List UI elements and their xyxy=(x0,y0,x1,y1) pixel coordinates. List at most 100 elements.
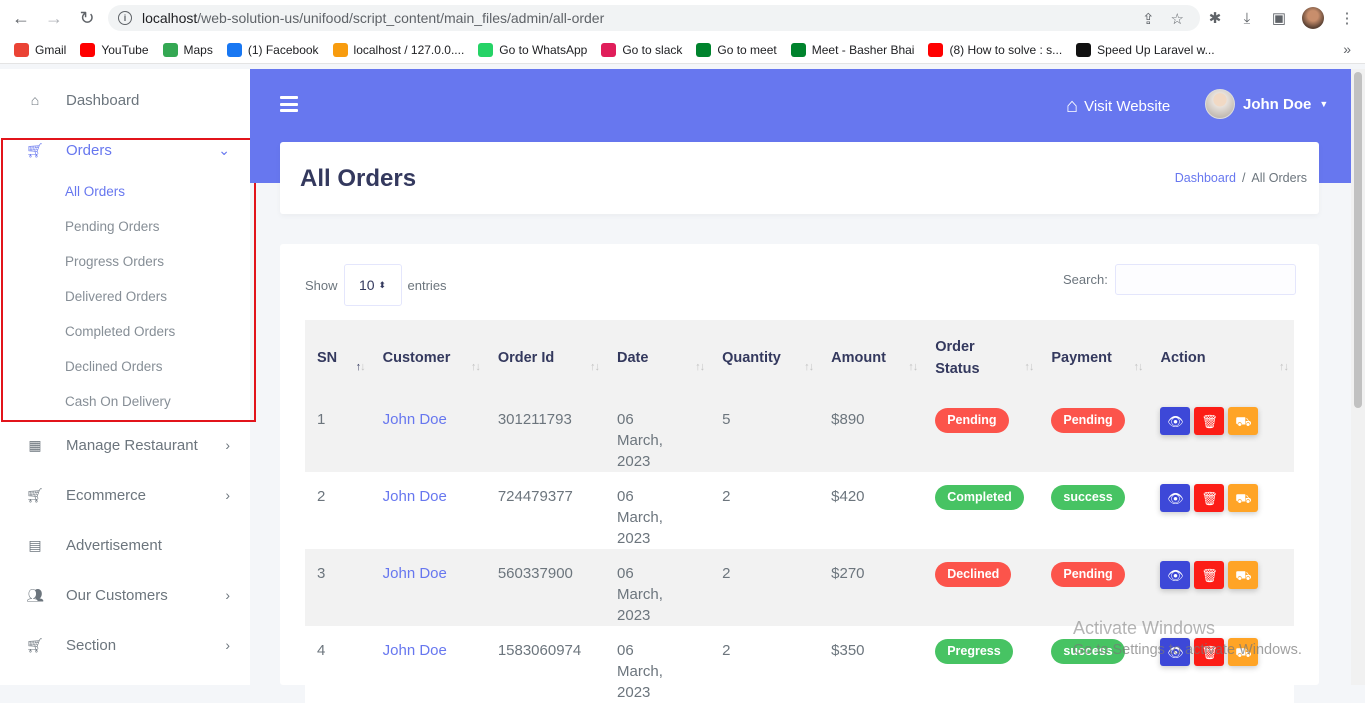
bookmark-item[interactable]: Go to WhatsApp xyxy=(478,42,587,57)
hamburger-menu-icon[interactable] xyxy=(280,96,298,112)
bookmark-item[interactable]: Speed Up Laravel w... xyxy=(1076,42,1215,57)
avatar xyxy=(1205,89,1235,119)
column-header[interactable]: Payment ↑↓ xyxy=(1039,320,1148,395)
trash-icon: 🗑︎ xyxy=(1201,567,1218,583)
chevron-right-icon: › xyxy=(225,637,230,653)
column-header[interactable]: Amount ↑↓ xyxy=(819,320,923,395)
star-icon[interactable]: ☆ xyxy=(1171,10,1184,28)
sidebar-item-label: Dashboard xyxy=(66,91,140,109)
submenu-cash-on-delivery[interactable]: Cash On Delivery xyxy=(65,394,171,409)
shipping-button[interactable]: ⛟ xyxy=(1228,407,1259,435)
more-bookmarks-icon[interactable]: » xyxy=(1343,41,1351,57)
column-header[interactable]: SN ↑↓ xyxy=(305,320,371,395)
download-icon[interactable]: ⤓ xyxy=(1238,9,1256,27)
sidebar-item-dashboard[interactable]: ⌂ Dashboard xyxy=(0,80,250,120)
bookmark-item[interactable]: Go to slack xyxy=(601,42,683,57)
bookmark-item[interactable]: (8) How to solve : s... xyxy=(928,42,1062,57)
youtube-icon xyxy=(80,42,96,57)
truck-icon: ⛟ xyxy=(1235,413,1252,429)
submenu-declined-orders[interactable]: Declined Orders xyxy=(65,359,163,374)
column-header[interactable]: Action ↑↓ xyxy=(1148,320,1294,395)
submenu-pending-orders[interactable]: Pending Orders xyxy=(65,219,160,234)
shipping-button[interactable]: ⛟ xyxy=(1228,484,1259,512)
customer-link[interactable]: John Doe xyxy=(371,472,486,549)
address-bar[interactable]: i localhost/web-solution-us/unifood/scri… xyxy=(108,5,1200,31)
cell-status: Completed xyxy=(923,472,1039,549)
submenu-completed-orders[interactable]: Completed Orders xyxy=(65,324,175,339)
bookmark-label: Go to slack xyxy=(622,42,683,57)
eye-icon: 👁︎ xyxy=(1167,413,1184,429)
submenu-all-orders[interactable]: All Orders xyxy=(65,184,125,199)
order-status-badge: Pregress xyxy=(935,639,1013,664)
entries-select[interactable]: 10 ⬍ xyxy=(343,264,402,306)
bookmark-item[interactable]: localhost / 127.0.0.... xyxy=(332,42,464,57)
chevron-down-icon: ⌄ xyxy=(218,141,230,158)
bookmark-item[interactable]: Go to meet xyxy=(696,42,777,57)
sort-icon: ↑↓ xyxy=(1133,361,1143,373)
side-panel-icon[interactable]: ▣ xyxy=(1270,9,1288,27)
scrollbar-thumb[interactable] xyxy=(1354,72,1362,408)
meet-icon xyxy=(790,42,806,57)
caret-down-icon: ▼ xyxy=(1319,99,1329,109)
user-dropdown[interactable]: John Doe ▼ xyxy=(1205,89,1328,119)
column-header[interactable]: Order Id ↑↓ xyxy=(486,320,605,395)
eye-icon: 👁︎ xyxy=(1167,490,1184,506)
submenu-progress-orders[interactable]: Progress Orders xyxy=(65,254,164,269)
sidebar-item-our-customers[interactable]: 👥︎ Our Customers › xyxy=(0,575,250,615)
cell-order-id: 1583060974 xyxy=(497,642,582,659)
cell-status: Pending xyxy=(923,395,1039,472)
share-icon[interactable]: ⇪ xyxy=(1142,10,1155,28)
page-header-card: All Orders Dashboard / All Orders xyxy=(280,142,1319,214)
view-button[interactable]: 👁︎ xyxy=(1160,561,1191,589)
cell-sn: 1 xyxy=(317,411,326,428)
column-header[interactable]: Order Status ↑↓ xyxy=(923,320,1039,395)
page-scrollbar[interactable] xyxy=(1351,69,1365,685)
column-header-label: SN xyxy=(317,349,338,366)
breadcrumb-dashboard-link[interactable]: Dashboard xyxy=(1175,171,1236,185)
kebab-menu-icon[interactable]: ⋮ xyxy=(1338,9,1356,27)
search-input[interactable] xyxy=(1114,264,1296,295)
windows-watermark-title: Activate Windows xyxy=(1073,618,1216,638)
view-button[interactable]: 👁︎ xyxy=(1160,407,1191,435)
column-header[interactable]: Date ↑↓ xyxy=(605,320,710,395)
bookmark-item[interactable]: Meet - Basher Bhai xyxy=(790,42,915,57)
user-name: John Doe xyxy=(1243,95,1312,113)
column-header[interactable]: Customer ↑↓ xyxy=(371,320,486,395)
delete-button[interactable]: 🗑︎ xyxy=(1194,561,1225,589)
reload-icon[interactable]: ↻ xyxy=(76,7,98,29)
column-header-label: Order Id xyxy=(497,349,555,366)
column-header-label: Date xyxy=(617,349,649,366)
bookmark-item[interactable]: (1) Facebook xyxy=(226,42,319,57)
delete-button[interactable]: 🗑︎ xyxy=(1194,407,1225,435)
customer-link[interactable]: John Doe xyxy=(371,395,486,472)
back-arrow-icon[interactable]: ← xyxy=(10,7,32,29)
forward-arrow-icon[interactable]: → xyxy=(43,7,65,29)
sidebar-item-section[interactable]: 🛒︎ Section › xyxy=(0,625,250,665)
customer-link[interactable]: John Doe xyxy=(371,549,486,626)
phpmyadmin-icon xyxy=(332,42,348,57)
sidebar-item-manage-restaurant[interactable]: ▦ Manage Restaurant › xyxy=(0,425,250,465)
cell-amount: $270 xyxy=(831,565,865,582)
delete-button[interactable]: 🗑︎ xyxy=(1194,484,1225,512)
eye-icon: 👁︎ xyxy=(1167,567,1184,583)
bookmark-item[interactable]: Maps xyxy=(162,42,213,57)
sidebar-item-advertisement[interactable]: ▤ Advertisement xyxy=(0,525,250,565)
submenu-delivered-orders[interactable]: Delivered Orders xyxy=(65,289,167,304)
bookmark-item[interactable]: YouTube xyxy=(80,42,149,57)
ad-icon: ▤ xyxy=(28,536,42,553)
sidebar-item-ecommerce[interactable]: 🛒︎ Ecommerce › xyxy=(0,475,250,515)
customer-link[interactable]: John Doe xyxy=(371,626,486,703)
info-icon[interactable]: i xyxy=(118,11,132,25)
shipping-button[interactable]: ⛟ xyxy=(1228,561,1259,589)
column-header[interactable]: Quantity ↑↓ xyxy=(710,320,819,395)
bookmark-item[interactable]: Gmail xyxy=(14,42,66,57)
sort-icon: ↑↓ xyxy=(1279,361,1289,373)
sidebar-item-orders[interactable]: 🛒︎ Orders ⌄ xyxy=(0,130,250,170)
table-row: 1 John Doe 301211793 06 March, 2023 5 $890 Pen… xyxy=(305,395,1294,472)
order-status-badge: Pending xyxy=(935,408,1009,433)
profile-avatar[interactable] xyxy=(1302,7,1324,29)
bookmark-label: Meet - Basher Bhai xyxy=(811,42,915,57)
extensions-icon[interactable]: ✱ xyxy=(1206,9,1224,27)
visit-website-link[interactable]: ⌂ Visit Website xyxy=(1066,95,1170,118)
view-button[interactable]: 👁︎ xyxy=(1160,484,1191,512)
